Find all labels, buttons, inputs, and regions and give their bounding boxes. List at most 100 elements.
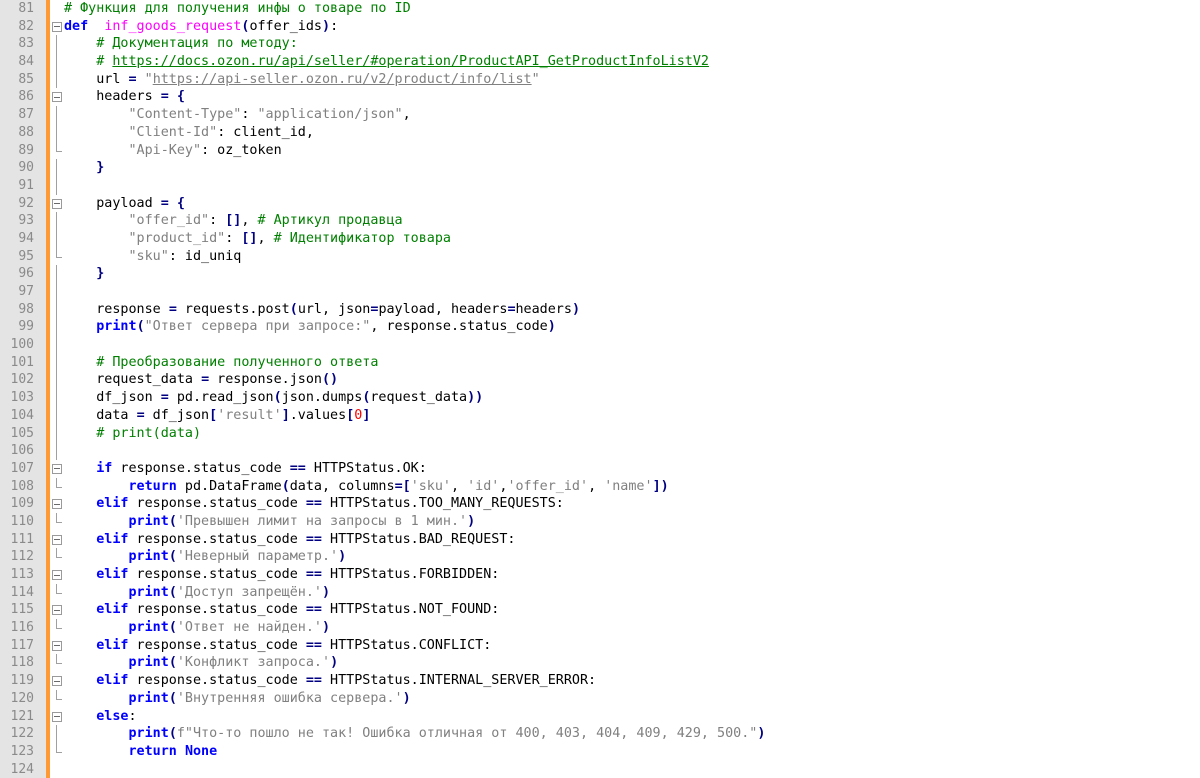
code-text[interactable]: print('Внутренняя ошибка сервера.') (64, 690, 411, 708)
code-text[interactable]: elif response.status_code == HTTPStatus.… (64, 531, 515, 549)
fold-toggle-icon[interactable] (51, 531, 63, 549)
code-line[interactable]: 97 (0, 283, 1200, 301)
code-line[interactable]: 116 print('Ответ не найден.') (0, 619, 1200, 637)
code-text[interactable]: data = df_json['result'].values[0] (64, 407, 370, 425)
code-text[interactable]: print('Доступ запрещён.') (64, 584, 331, 602)
fold-toggle-icon[interactable] (51, 566, 63, 584)
code-line[interactable]: 100 (0, 336, 1200, 354)
code-line[interactable]: 94 "product_id": [], # Идентификатор тов… (0, 229, 1200, 248)
code-line[interactable]: 118 print('Конфликт запроса.') (0, 654, 1200, 672)
code-line[interactable]: 114 print('Доступ запрещён.') (0, 583, 1200, 602)
code-text[interactable]: "Api-Key": oz_token (64, 142, 282, 160)
code-text[interactable]: } (64, 159, 104, 177)
code-line[interactable]: 92 payload = { (0, 195, 1200, 213)
code-text[interactable]: print(f"Что-то пошло не так! Ошибка отли… (64, 725, 766, 743)
code-line[interactable]: 81 # Функция для получения инфы о товаре … (0, 0, 1200, 18)
code-line[interactable]: 91 (0, 176, 1200, 195)
code-line[interactable]: 102 request_data = response.json() (0, 371, 1200, 390)
fold-toggle-icon[interactable] (51, 195, 63, 213)
code-text[interactable]: print('Ответ не найден.') (64, 619, 331, 637)
code-text[interactable]: "Client-Id": client_id, (64, 124, 314, 142)
code-line[interactable]: 123 return None (0, 742, 1200, 761)
code-line[interactable]: 96 } (0, 265, 1200, 283)
code-line[interactable]: 104 data = df_json['result'].values[0] (0, 406, 1200, 425)
fold-toggle-icon[interactable] (51, 708, 63, 726)
code-line[interactable]: 88 "Client-Id": client_id, (0, 123, 1200, 142)
code-line[interactable]: 108 return pd.DataFrame(data, columns=['… (0, 477, 1200, 496)
code-text[interactable]: request_data = response.json() (64, 371, 338, 389)
fold-toggle-icon[interactable] (51, 672, 63, 690)
code-text[interactable]: "offer_id": [], # Артикул продавца (64, 212, 403, 230)
code-text[interactable]: print('Превышен лимит на запросы в 1 мин… (64, 513, 476, 531)
code-text[interactable]: print('Неверный параметр.') (64, 548, 347, 566)
code-line[interactable]: 111 elif response.status_code == HTTPSta… (0, 531, 1200, 549)
code-line[interactable]: 99 print("Ответ сервера при запросе:", r… (0, 318, 1200, 337)
code-line[interactable]: 101 # Преобразование полученного ответа (0, 353, 1200, 372)
code-line[interactable]: 113 elif response.status_code == HTTPSta… (0, 566, 1200, 584)
code-line[interactable]: 112 print('Неверный параметр.') (0, 548, 1200, 566)
code-text[interactable]: response = requests.post(url, json=paylo… (64, 301, 580, 319)
code-line[interactable]: 84 # https://docs.ozon.ru/api/seller/#op… (0, 53, 1200, 71)
code-text[interactable]: "sku": id_uniq (64, 248, 242, 266)
code-token: , (588, 478, 605, 494)
code-line[interactable]: 117 elif response.status_code == HTTPSta… (0, 637, 1200, 655)
code-line[interactable]: 107 if response.status_code == HTTPStatu… (0, 460, 1200, 478)
code-line[interactable]: 110 print('Превышен лимит на запросы в 1… (0, 512, 1200, 531)
code-token: == (305, 567, 322, 582)
code-text[interactable]: return None (64, 743, 218, 761)
code-text[interactable]: } (64, 265, 104, 283)
code-line[interactable]: 109 elif response.status_code == HTTPSta… (0, 495, 1200, 513)
code-line[interactable]: 90 } (0, 159, 1200, 177)
code-text[interactable]: elif response.status_code == HTTPStatus.… (64, 601, 499, 619)
fold-toggle-icon[interactable] (51, 460, 63, 478)
code-line[interactable]: 82 def inf_goods_request(offer_ids): (0, 18, 1200, 36)
code-line[interactable]: 86 headers = { (0, 88, 1200, 106)
code-text[interactable]: url = "https://api-seller.ozon.ru/v2/pro… (64, 71, 539, 89)
code-token: } (96, 160, 105, 176)
code-line[interactable]: 95 "sku": id_uniq (0, 247, 1200, 266)
code-token: 'result' (217, 407, 282, 423)
code-line[interactable]: 121 else: (0, 708, 1200, 726)
code-line[interactable]: 98 response = requests.post(url, json=pa… (0, 300, 1200, 319)
code-text[interactable]: headers = { (64, 88, 185, 106)
code-text[interactable]: # Преобразование полученного ответа (64, 354, 378, 372)
code-text[interactable]: # print(data) (64, 425, 201, 443)
code-text[interactable]: def inf_goods_request(offer_ids): (64, 18, 338, 36)
code-line[interactable]: 122 print(f"Что-то пошло не так! Ошибка … (0, 725, 1200, 743)
code-line[interactable]: 106 (0, 442, 1200, 460)
code-text[interactable]: # https://docs.ozon.ru/api/seller/#opera… (64, 53, 709, 71)
code-text[interactable]: # Документация по методу: (64, 35, 298, 53)
code-line[interactable]: 83 # Документация по методу: (0, 35, 1200, 54)
code-text[interactable]: print("Ответ сервера при запросе:", resp… (64, 318, 556, 336)
code-line[interactable]: 85 url = "https://api-seller.ozon.ru/v2/… (0, 70, 1200, 89)
code-line[interactable]: 103 df_json = pd.read_json(json.dumps(re… (0, 389, 1200, 407)
fold-toggle-icon[interactable] (51, 495, 63, 513)
code-text[interactable]: payload = { (64, 195, 185, 213)
code-line[interactable]: 93 "offer_id": [], # Артикул продавца (0, 212, 1200, 230)
code-text[interactable]: return pd.DataFrame(data, columns=['sku'… (64, 478, 669, 496)
code-text[interactable]: elif response.status_code == HTTPStatus.… (64, 637, 491, 655)
code-text[interactable]: # Функция для получения инфы о товаре по… (64, 0, 411, 18)
code-text[interactable]: "Content-Type": "application/json", (64, 106, 411, 124)
code-line[interactable]: 115 elif response.status_code == HTTPSta… (0, 601, 1200, 619)
code-text[interactable]: else: (64, 708, 136, 726)
code-text[interactable]: elif response.status_code == HTTPStatus.… (64, 672, 596, 690)
code-line[interactable]: 119 elif response.status_code == HTTPSta… (0, 672, 1200, 690)
code-text[interactable]: "product_id": [], # Идентификатор товара (64, 230, 452, 248)
code-text[interactable]: elif response.status_code == HTTPStatus.… (64, 495, 564, 513)
code-line[interactable]: 89 "Api-Key": oz_token (0, 141, 1200, 160)
fold-toggle-icon[interactable] (51, 601, 63, 619)
code-text[interactable]: df_json = pd.read_json(json.dumps(reques… (64, 389, 483, 407)
fold-toggle-icon[interactable] (51, 637, 63, 655)
fold-toggle-icon[interactable] (51, 88, 63, 106)
code-text[interactable]: elif response.status_code == HTTPStatus.… (64, 566, 499, 584)
code-text[interactable]: print('Конфликт запроса.') (64, 654, 339, 672)
code-line[interactable]: 87 "Content-Type": "application/json", (0, 106, 1200, 124)
code-line[interactable]: 124 (0, 761, 1200, 778)
code-line[interactable]: 120 print('Внутренняя ошибка сервера.') (0, 689, 1200, 708)
code-token: request_data (370, 390, 468, 406)
code-editor[interactable]: 81 # Функция для получения инфы о товаре … (0, 0, 1200, 778)
code-text[interactable]: if response.status_code == HTTPStatus.OK… (64, 460, 427, 478)
code-line[interactable]: 105 # print(data) (0, 424, 1200, 443)
fold-toggle-icon[interactable] (51, 18, 63, 36)
